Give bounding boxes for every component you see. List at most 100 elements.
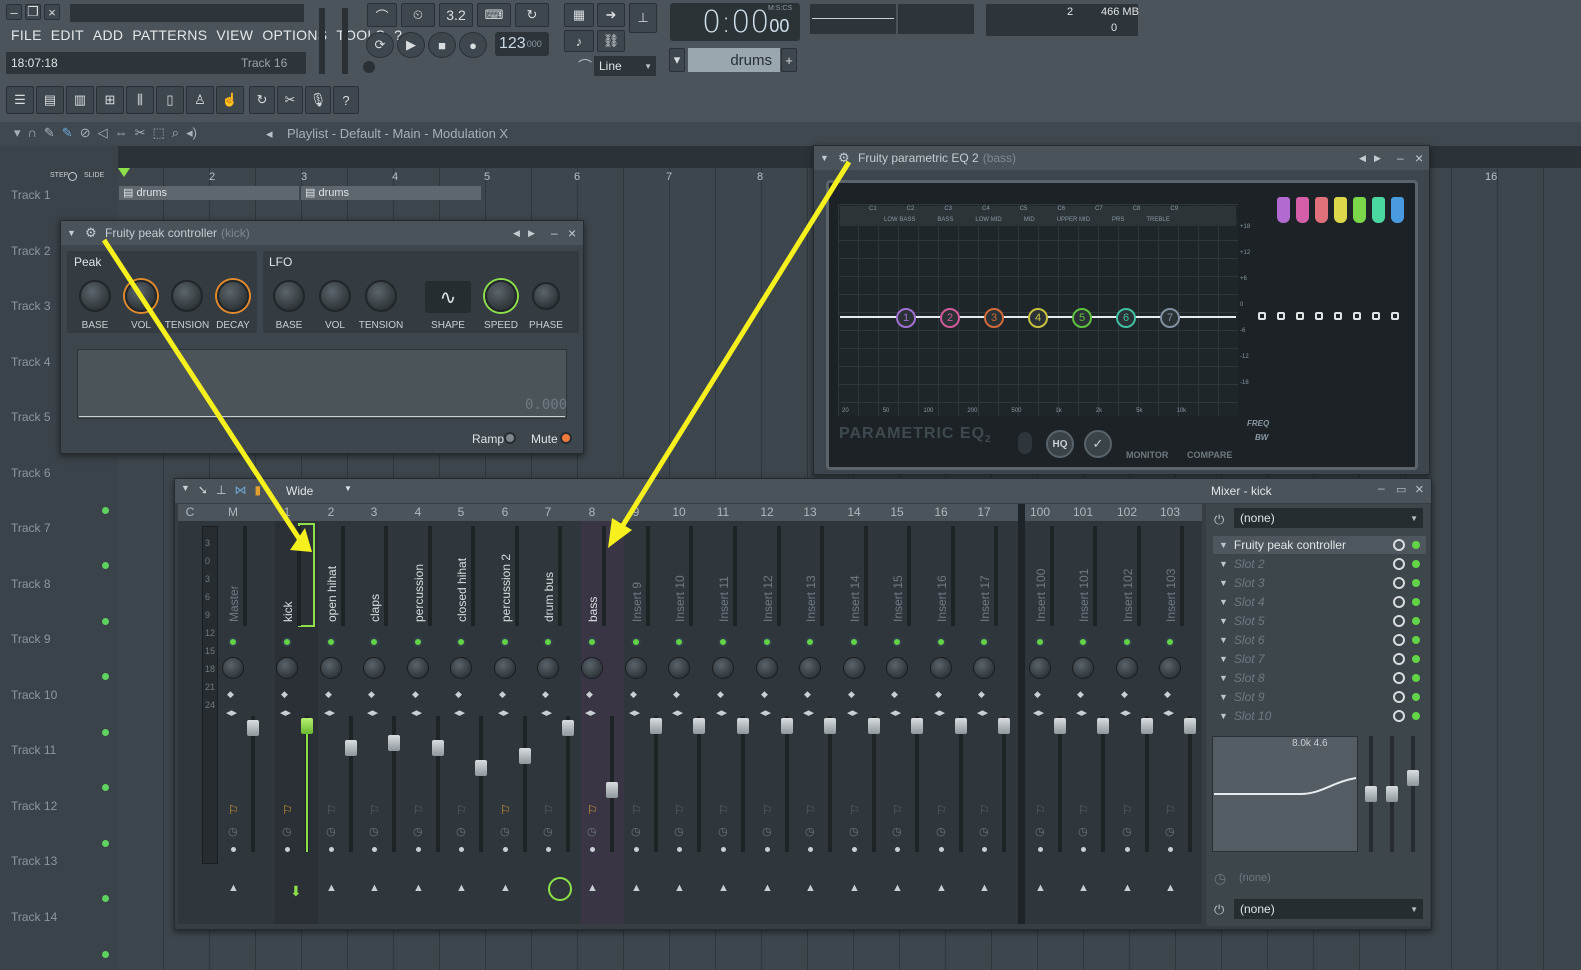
route-send-arrow-icon[interactable]: ▲: [1035, 882, 1046, 894]
slot-enable-led[interactable]: [1412, 598, 1420, 606]
pattern-selector[interactable]: drums: [688, 48, 780, 72]
channel-enable-led[interactable]: [369, 637, 379, 647]
menu-edit[interactable]: EDIT: [51, 27, 84, 43]
channel-pan-knob[interactable]: [843, 657, 865, 679]
eq-band-5-gain-slider[interactable]: [1353, 197, 1366, 223]
channel-pan-knob[interactable]: [756, 657, 778, 679]
slot-mix-knob[interactable]: [1393, 596, 1405, 608]
kick-send-arrow-icon[interactable]: ⬇: [290, 883, 302, 900]
track-mute-led[interactable]: [102, 784, 109, 791]
slot-mix-knob[interactable]: [1393, 615, 1405, 627]
track-header-13[interactable]: Track 13: [11, 854, 57, 868]
stereo-separation-icon[interactable]: ◆: [499, 689, 506, 700]
stereo-separation-icon[interactable]: ◆: [1034, 689, 1041, 700]
stereo-separation-icon[interactable]: ◆: [1164, 689, 1171, 700]
undo-icon[interactable]: ↻: [249, 86, 275, 114]
track-header-6[interactable]: Track 6: [11, 466, 51, 480]
minimize-icon[interactable]: –: [1397, 151, 1404, 165]
channel-volume-fader[interactable]: [1184, 718, 1196, 734]
track-mute-led[interactable]: [102, 729, 109, 736]
channel-enable-led[interactable]: [631, 637, 641, 647]
channel-enable-led[interactable]: [587, 637, 597, 647]
slot-menu-icon[interactable]: ▼: [1219, 559, 1228, 569]
slot-mix-knob[interactable]: [1393, 691, 1405, 703]
slot-enable-led[interactable]: [1412, 560, 1420, 568]
slot-menu-icon[interactable]: ▼: [1219, 711, 1228, 721]
slot-menu-icon[interactable]: ▼: [1219, 673, 1228, 683]
mixer-header-C[interactable]: C: [178, 505, 202, 520]
track-mute-led[interactable]: [102, 507, 109, 514]
slot-menu-icon[interactable]: ▼: [1219, 540, 1228, 550]
eq-band-1-handle[interactable]: 1: [896, 308, 916, 328]
swap-channels-icon[interactable]: ◂▸: [934, 706, 945, 719]
channel-volume-fader[interactable]: [737, 718, 749, 734]
channel-volume-fader[interactable]: [693, 718, 705, 734]
mixer-header-103[interactable]: 103: [1158, 505, 1182, 520]
record-arm-icon[interactable]: ⚐: [674, 803, 685, 817]
swap-channels-icon[interactable]: ◂▸: [498, 706, 509, 719]
eq-band-7-gain-slider[interactable]: [1391, 197, 1404, 223]
swap-channels-icon[interactable]: ◂▸: [847, 706, 858, 719]
swap-channels-icon[interactable]: ◂▸: [280, 706, 291, 719]
track-header-7[interactable]: Track 7: [11, 521, 51, 535]
channel-volume-fader[interactable]: [606, 782, 618, 798]
fx-toggle-icon[interactable]: ◷: [1165, 825, 1175, 838]
channel-enable-led[interactable]: [936, 637, 946, 647]
record-arm-icon[interactable]: ⚐: [979, 803, 990, 817]
headphones-icon[interactable]: ⌒: [578, 56, 592, 76]
eq-band-3-handle[interactable]: 3: [984, 308, 1004, 328]
channel-enable-led[interactable]: [228, 637, 238, 647]
channel-volume-fader[interactable]: [1097, 718, 1109, 734]
swap-channels-icon[interactable]: ◂▸: [226, 706, 237, 719]
effect-slot-6[interactable]: ▼ Slot 6: [1213, 631, 1426, 649]
fx-toggle-icon[interactable]: ◷: [892, 825, 902, 838]
fx-toggle-icon[interactable]: ◷: [369, 825, 379, 838]
route-send-arrow-icon[interactable]: ▲: [500, 882, 511, 894]
zoom-icon[interactable]: ⌕: [172, 125, 179, 141]
menu-file[interactable]: FILE: [11, 27, 42, 43]
minimize-icon[interactable]: –: [6, 4, 22, 20]
mixer-icon[interactable]: ⫼: [126, 86, 154, 114]
step-edit-icon[interactable]: ↻: [515, 3, 549, 27]
channel-pan-knob[interactable]: [581, 657, 603, 679]
mixer-header-101[interactable]: 101: [1071, 505, 1095, 520]
record-arm-icon[interactable]: ⚐: [762, 803, 773, 817]
lfo-speed-knob[interactable]: [485, 280, 517, 312]
swap-channels-icon[interactable]: ◂▸: [672, 706, 683, 719]
window-menu-icon[interactable]: ▼: [181, 483, 190, 497]
gain-handle[interactable]: [1334, 312, 1342, 320]
slot-menu-icon[interactable]: ▼: [1219, 578, 1228, 588]
slot-enable-led[interactable]: [1412, 693, 1420, 701]
stamp-icon[interactable]: ⊥: [629, 3, 657, 33]
gain-handle[interactable]: [1277, 312, 1285, 320]
record-arm-icon[interactable]: ⚐: [1165, 803, 1176, 817]
channel-volume-fader[interactable]: [650, 718, 662, 734]
step-toggle[interactable]: [68, 172, 77, 181]
channel-pan-knob[interactable]: [450, 657, 472, 679]
ruler-playhead[interactable]: [118, 168, 130, 177]
magnet-icon[interactable]: ∩: [28, 125, 37, 141]
swap-channels-icon[interactable]: ◂▸: [629, 706, 640, 719]
pattern-clip[interactable]: ▤ drums: [119, 186, 299, 200]
slot-menu-icon[interactable]: ▼: [1219, 692, 1228, 702]
channel-enable-led[interactable]: [762, 637, 772, 647]
close-icon[interactable]: ×: [1415, 481, 1424, 498]
mute-toggle[interactable]: [560, 432, 572, 444]
delete-icon[interactable]: ⊘: [80, 125, 91, 141]
mixer-header-14[interactable]: 14: [842, 505, 866, 520]
eq-high-handle[interactable]: [1407, 770, 1419, 786]
touch-controller-icon[interactable]: ☝: [216, 86, 244, 114]
swap-channels-icon[interactable]: ◂▸: [585, 706, 596, 719]
record-arm-icon[interactable]: ⚐: [936, 803, 947, 817]
channel-pan-knob[interactable]: [625, 657, 647, 679]
typing-keyboard-icon[interactable]: ⌨: [477, 3, 511, 27]
eq-band-4-handle[interactable]: 4: [1028, 308, 1048, 328]
channel-enable-led[interactable]: [1165, 637, 1175, 647]
eq-band-6-gain-slider[interactable]: [1372, 197, 1385, 223]
arrow-right-icon[interactable]: ➜: [597, 3, 625, 27]
prev-preset-icon[interactable]: ◀: [513, 228, 520, 239]
eq-compare-label[interactable]: COMPARE: [1187, 450, 1232, 460]
input-select[interactable]: (none) ▼: [1234, 508, 1423, 528]
slot-mix-knob[interactable]: [1393, 558, 1405, 570]
fx-toggle-icon[interactable]: ◷: [979, 825, 989, 838]
